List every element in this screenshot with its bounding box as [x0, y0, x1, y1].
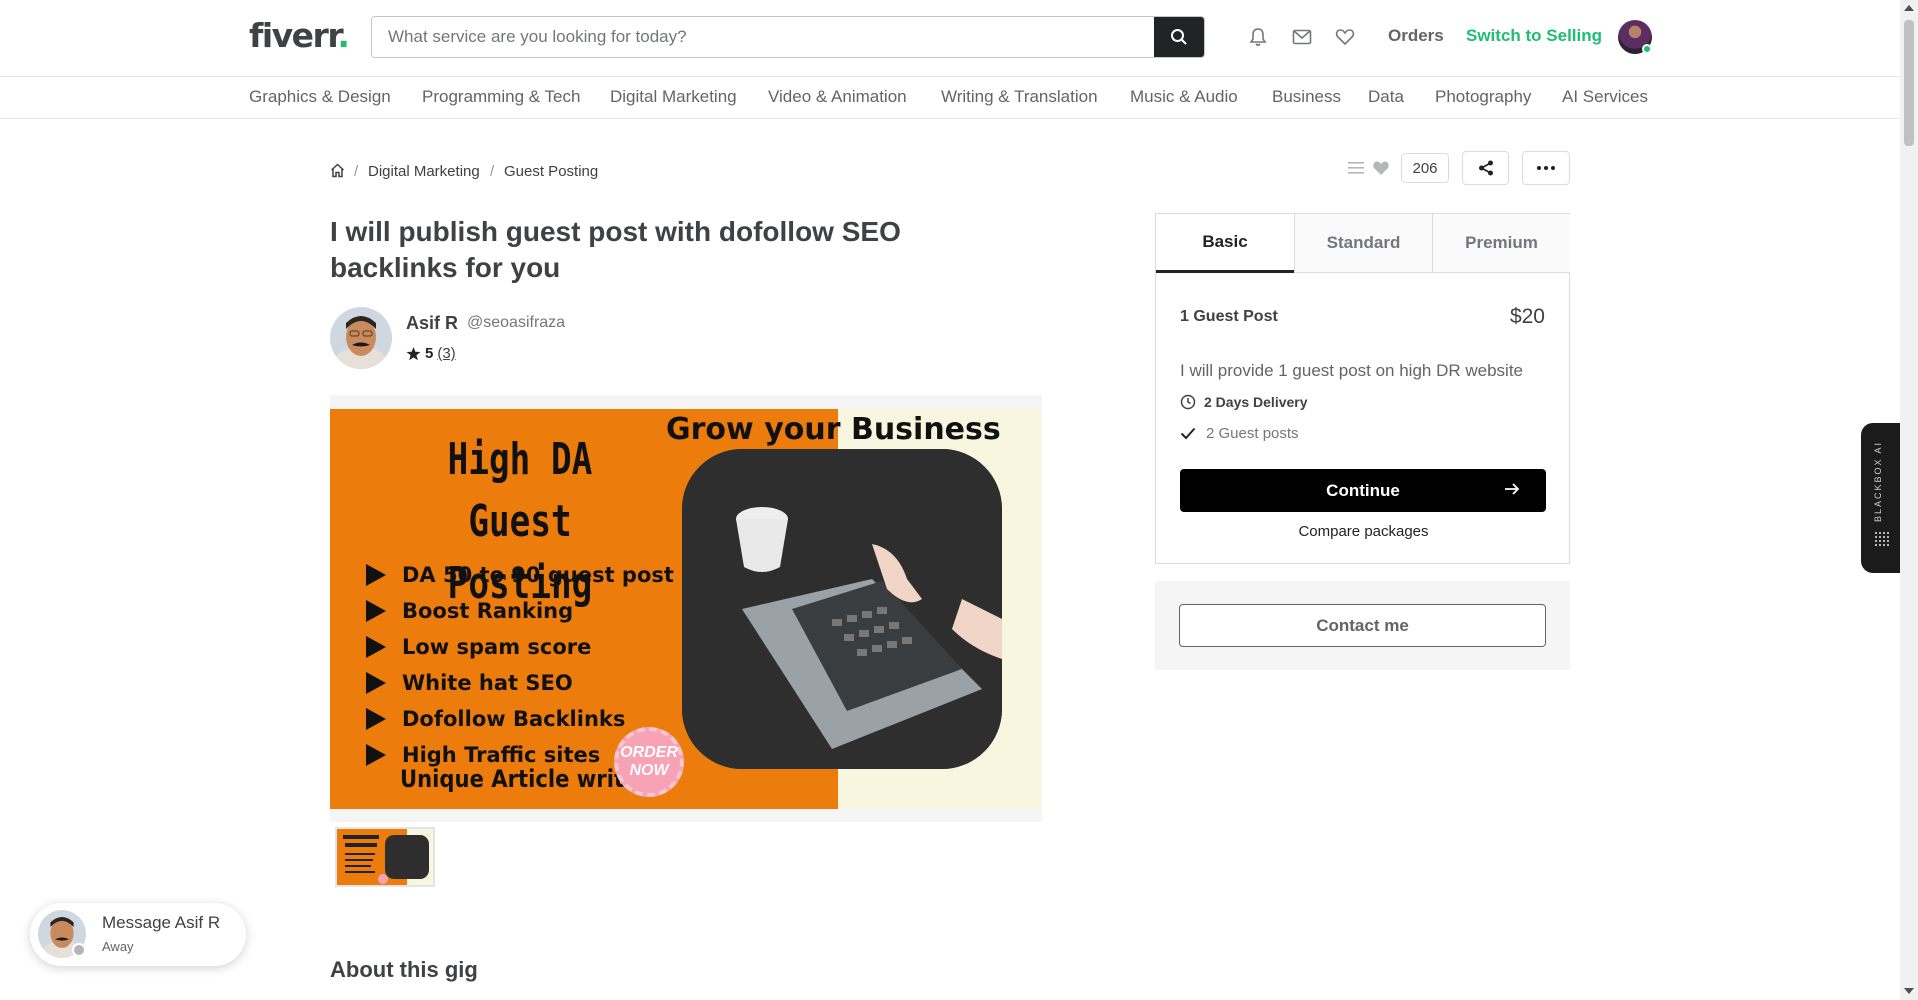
package-feature: 2 Guest posts: [1180, 425, 1299, 442]
contact-me-button[interactable]: Contact me: [1179, 604, 1546, 647]
breadcrumb-separator: /: [354, 163, 359, 180]
breadcrumb-guest-posting[interactable]: Guest Posting: [504, 163, 598, 180]
seller-name[interactable]: Asif R: [406, 313, 458, 334]
gig-title: I will publish guest post with dofollow …: [330, 216, 901, 283]
scrollbar-thumb[interactable]: [1904, 20, 1914, 146]
tab-basic[interactable]: Basic: [1156, 214, 1294, 273]
rating-count-link[interactable]: (3): [437, 345, 455, 362]
rating-value: 5: [425, 345, 434, 362]
arrow-right-icon: [1505, 483, 1520, 495]
blackbox-ai-tab[interactable]: BLACKBOX AI: [1861, 423, 1901, 573]
tab-premium[interactable]: Premium: [1432, 214, 1570, 273]
blackbox-logo-icon: [1874, 531, 1890, 547]
message-seller-name: Message Asif R: [102, 913, 221, 932]
category-graphics-design[interactable]: Graphics & Design: [249, 87, 391, 107]
home-icon[interactable]: [330, 163, 345, 178]
contact-section: Contact me: [1155, 581, 1570, 670]
page-scrollbar[interactable]: [1900, 0, 1918, 1000]
blackbox-label: BLACKBOX AI: [1873, 441, 1883, 523]
category-data[interactable]: Data: [1368, 87, 1404, 107]
gig-main-image[interactable]: High DA Guest Posting Grow your Business…: [330, 409, 1041, 809]
gig-image-headline: Grow your Business: [666, 412, 1001, 447]
gallery-thumbnail[interactable]: [335, 827, 435, 887]
likes-count: 206: [1401, 153, 1449, 183]
scroll-up-arrow-icon[interactable]: [1904, 5, 1914, 11]
online-status-dot: [1642, 44, 1652, 54]
package-description: I will provide 1 guest post on high DR w…: [1180, 361, 1524, 380]
seller-rating: 5 (3): [406, 345, 456, 362]
tab-standard[interactable]: Standard: [1294, 214, 1432, 273]
switch-to-selling-link[interactable]: Switch to Selling: [1466, 26, 1602, 46]
share-icon: [1478, 160, 1493, 176]
category-nav: Graphics & Design Programming & Tech Dig…: [0, 78, 1900, 119]
category-music-audio[interactable]: Music & Audio: [1130, 87, 1238, 107]
package-name: 1 Guest Post: [1180, 308, 1278, 325]
search-icon: [1171, 29, 1187, 45]
top-header: fiverr. Orders Switch to Selling: [0, 0, 1900, 77]
delivery-time: 2 Days Delivery: [1180, 394, 1308, 410]
search-button[interactable]: [1154, 17, 1204, 57]
seller-avatar[interactable]: [330, 307, 392, 369]
order-now-badge: ORDER NOW: [614, 727, 684, 797]
breadcrumb-digital-marketing[interactable]: Digital Marketing: [368, 163, 480, 180]
breadcrumb-separator: /: [490, 163, 495, 180]
package-panel: Basic Standard Premium 1 Guest Post $20 …: [1155, 213, 1570, 564]
share-button[interactable]: [1462, 151, 1509, 185]
category-video-animation[interactable]: Video & Animation: [768, 87, 907, 107]
clock-icon: [1180, 394, 1196, 410]
seller-away-status: Away: [102, 939, 134, 954]
package-price: $20: [1509, 305, 1545, 328]
category-writing-translation[interactable]: Writing & Translation: [941, 87, 1098, 107]
search-input[interactable]: [372, 17, 1156, 57]
away-status-dot: [72, 943, 86, 957]
seller-handle: @seoasifraza: [467, 314, 566, 331]
scroll-down-arrow-icon[interactable]: [1904, 988, 1914, 994]
category-digital-marketing[interactable]: Digital Marketing: [610, 87, 737, 107]
checkmark-icon: [1180, 427, 1196, 440]
continue-button[interactable]: Continue: [1180, 469, 1546, 512]
messages-envelope-icon[interactable]: [1290, 25, 1314, 49]
category-ai-services[interactable]: AI Services: [1562, 87, 1648, 107]
orders-link[interactable]: Orders: [1388, 26, 1444, 46]
category-business[interactable]: Business: [1272, 87, 1341, 107]
category-photography[interactable]: Photography: [1435, 87, 1531, 107]
save-heart-icon[interactable]: [1372, 160, 1390, 176]
search-bar: [371, 16, 1205, 58]
compare-packages-link[interactable]: Compare packages: [1156, 523, 1571, 540]
collection-list-icon[interactable]: [1348, 160, 1364, 176]
message-seller-bubble[interactable]: Message Asif R Away: [30, 903, 246, 966]
fiverr-logo[interactable]: fiverr.: [249, 16, 350, 55]
category-programming-tech[interactable]: Programming & Tech: [422, 87, 580, 107]
gig-image-footer: Unique Article write: [400, 765, 639, 793]
about-gig-heading: About this gig: [330, 957, 478, 982]
notification-bell-icon[interactable]: [1246, 25, 1270, 49]
favorites-heart-icon[interactable]: [1333, 25, 1357, 49]
more-dots-icon: [1537, 166, 1555, 170]
more-options-button[interactable]: [1522, 151, 1570, 185]
laptop-photo: [682, 449, 1002, 769]
star-icon: [406, 346, 421, 360]
